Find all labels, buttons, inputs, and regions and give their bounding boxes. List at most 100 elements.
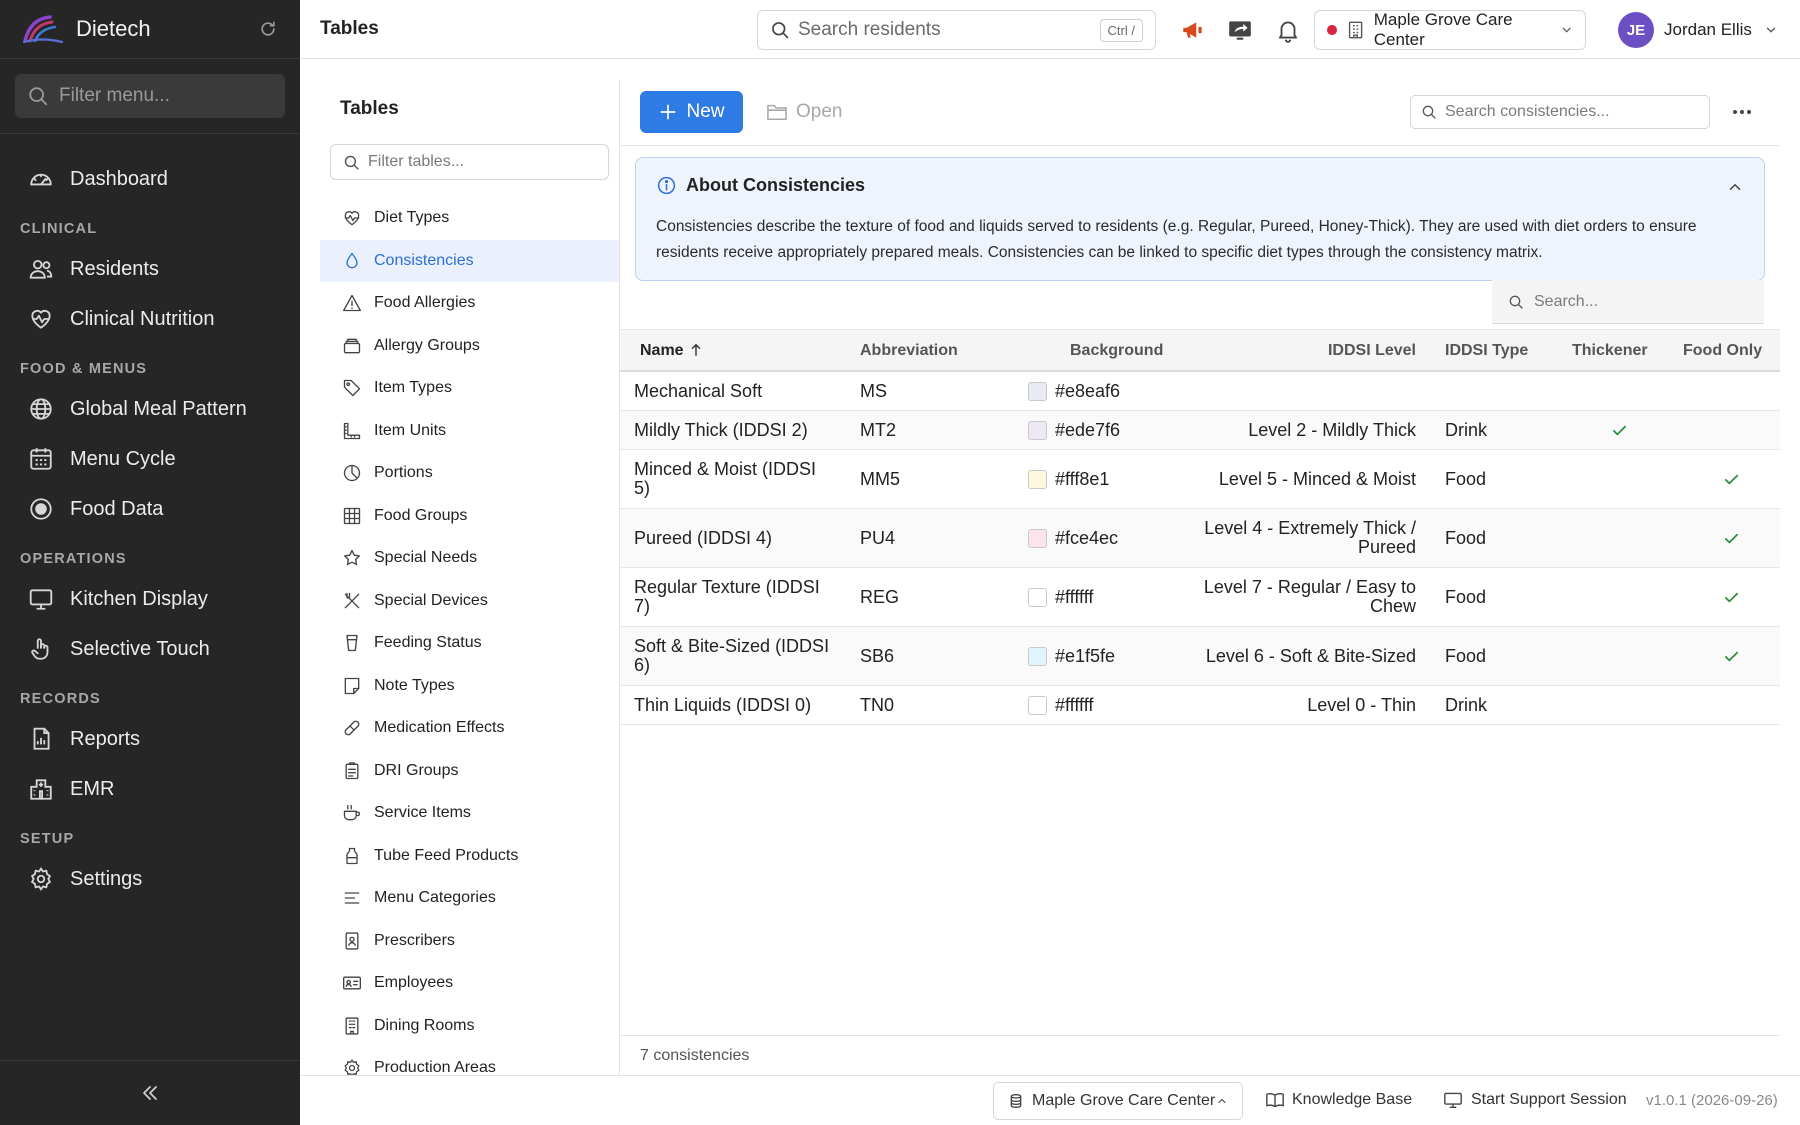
column-header-name[interactable]: Name: [640, 342, 702, 360]
chevron-up-icon: [1218, 1098, 1226, 1104]
nav-section-setup: SETUP: [20, 831, 75, 847]
table-item-special-needs[interactable]: Special Needs: [320, 537, 619, 580]
facility-selector[interactable]: Maple Grove Care Center: [1314, 10, 1586, 50]
resident-search-placeholder: Search residents: [798, 19, 941, 40]
nav-item-clinical-nutrition[interactable]: Clinical Nutrition: [0, 294, 300, 344]
cell-background: #ffffff: [1028, 686, 1093, 724]
knowledge-base-label: Knowledge Base: [1292, 1091, 1413, 1108]
column-header-food-only[interactable]: Food Only: [1683, 342, 1762, 360]
user-menu[interactable]: JE Jordan Ellis: [1618, 12, 1778, 48]
nav-item-menu-cycle[interactable]: Menu Cycle: [0, 434, 300, 484]
table-row[interactable]: Mildly Thick (IDDSI 2) MT2 #ede7f6 Level 2 …: [620, 411, 1780, 450]
clipboard-icon: [345, 762, 359, 779]
share-screen-icon[interactable]: [1227, 17, 1253, 43]
table-item-menu-categories[interactable]: Menu Categories: [320, 877, 619, 920]
table-item-portions[interactable]: Portions: [320, 452, 619, 495]
cell-thickener: [1611, 411, 1628, 449]
nav-section-food-menus: FOOD & MENUS: [20, 361, 148, 377]
id-card-icon: [343, 976, 361, 990]
cog-icon: [344, 1059, 360, 1075]
start-support-session-link[interactable]: Start Support Session: [1443, 1091, 1627, 1109]
table-row[interactable]: Thin Liquids (IDDSI 0) TN0 #ffffff Level 0 …: [620, 686, 1780, 725]
heart-pulse-icon: [31, 310, 51, 329]
nav-item-reports[interactable]: Reports: [0, 714, 300, 764]
table-item-item-types[interactable]: Item Types: [320, 367, 619, 410]
column-header-abbreviation[interactable]: Abbreviation: [860, 342, 958, 360]
table-row[interactable]: Minced & Moist (IDDSI 5) MM5 #fff8e1 Level …: [620, 450, 1780, 509]
table-header: Name Abbreviation Background IDDSI Level…: [620, 329, 1780, 372]
table-row[interactable]: Soft & Bite-Sized (IDDSI 6) SB6 #e1f5fe Lev…: [620, 627, 1780, 686]
cell-name: Thin Liquids (IDDSI 0): [634, 694, 812, 715]
sort-ascending-icon: [691, 343, 700, 356]
cell-name: Soft & Bite-Sized (IDDSI 6): [634, 636, 830, 675]
cell-iddsi-type: Drink: [1445, 694, 1488, 715]
table-item-note-types[interactable]: Note Types: [320, 665, 619, 708]
table-item-label: Item Units: [374, 421, 447, 439]
search-consistencies-input[interactable]: Search consistencies...: [1410, 95, 1710, 129]
nav-item-kitchen-display[interactable]: Kitchen Display: [0, 574, 300, 624]
knowledge-base-link[interactable]: Knowledge Base: [1265, 1091, 1412, 1109]
nav-item-settings[interactable]: Settings: [0, 854, 300, 904]
column-header-iddsi-type[interactable]: IDDSI Type: [1445, 342, 1528, 360]
new-button[interactable]: New: [640, 91, 743, 133]
nav-item-emr[interactable]: EMR: [0, 764, 300, 814]
nav-filter-input[interactable]: Filter menu...: [15, 74, 285, 118]
table-item-production-areas[interactable]: Production Areas: [320, 1047, 619, 1075]
nav-item-label: Reports: [70, 727, 141, 750]
cell-abbreviation: TN0: [860, 694, 895, 715]
color-swatch: [1028, 695, 1047, 715]
refresh-icon[interactable]: [258, 19, 278, 39]
resident-search-input[interactable]: Search residents Ctrl /: [757, 10, 1156, 50]
table-item-feeding-status[interactable]: Feeding Status: [320, 622, 619, 665]
nav-item-residents[interactable]: Residents: [0, 244, 300, 294]
table-item-consistencies[interactable]: Consistencies: [320, 239, 619, 282]
column-header-iddsi-level[interactable]: IDDSI Level: [1328, 342, 1416, 360]
cell-abbreviation: SB6: [860, 645, 895, 666]
search-icon: [1509, 295, 1523, 309]
more-options-icon[interactable]: [1730, 100, 1754, 124]
gear-icon: [30, 867, 52, 891]
table-item-allergy-groups[interactable]: Allergy Groups: [320, 325, 619, 368]
table-item-special-devices[interactable]: Special Devices: [320, 580, 619, 623]
table-item-dining-rooms[interactable]: Dining Rooms: [320, 1005, 619, 1048]
open-button[interactable]: Open: [766, 91, 842, 133]
table-item-service-items[interactable]: Service Items: [320, 792, 619, 835]
table-item-dri-groups[interactable]: DRI Groups: [320, 750, 619, 793]
layers-icon: [343, 338, 361, 354]
column-header-background[interactable]: Background: [1070, 342, 1163, 360]
cell-iddsi-level: Level 7 - Regular / Easy to Chew: [1203, 577, 1416, 616]
table-item-employees[interactable]: Employees: [320, 962, 619, 1005]
bell-icon[interactable]: [1275, 17, 1301, 43]
nav-item-global-meal-pattern[interactable]: Global Meal Pattern: [0, 384, 300, 434]
nav-item-label: Selective Touch: [70, 637, 210, 660]
megaphone-icon[interactable]: [1180, 17, 1206, 43]
table-item-food-groups[interactable]: Food Groups: [320, 495, 619, 538]
table-item-prescribers[interactable]: Prescribers: [320, 920, 619, 963]
table-item-food-allergies[interactable]: Food Allergies: [320, 282, 619, 325]
table-item-label: Allergy Groups: [374, 336, 480, 354]
column-header-thickener[interactable]: Thickener: [1572, 342, 1648, 360]
table-item-item-units[interactable]: Item Units: [320, 410, 619, 453]
nav-item-food-data[interactable]: Food Data: [0, 484, 300, 534]
table-item-label: Medication Effects: [374, 719, 505, 737]
table-row[interactable]: Pureed (IDDSI 4) PU4 #fce4ec Level 4 - Extr…: [620, 509, 1780, 568]
table-item-label: Tube Feed Products: [374, 846, 519, 864]
table-item-tube-feed-products[interactable]: Tube Feed Products: [320, 835, 619, 878]
collapse-nav-button[interactable]: [0, 1060, 300, 1125]
cell-abbreviation: REG: [860, 586, 900, 607]
nav-item-selective-touch[interactable]: Selective Touch: [0, 624, 300, 674]
filter-tables-input[interactable]: Filter tables...: [330, 144, 609, 180]
user-name: Jordan Ellis: [1664, 20, 1752, 39]
nav-item-dashboard[interactable]: Dashboard: [0, 154, 300, 204]
color-hex: #ede7f6: [1055, 419, 1121, 440]
cell-background: #e1f5fe: [1028, 627, 1115, 685]
table-row[interactable]: Regular Texture (IDDSI 7) REG #ffffff Level…: [620, 568, 1780, 627]
grid-search-input[interactable]: Search...: [1492, 280, 1764, 324]
table-item-medication-effects[interactable]: Medication Effects: [320, 707, 619, 750]
status-facility-selector[interactable]: Maple Grove Care Center: [993, 1082, 1243, 1120]
book-icon: [1266, 1093, 1284, 1108]
chevron-up-icon[interactable]: [1726, 178, 1744, 196]
cell-food-only: [1723, 627, 1740, 685]
table-item-diet-types[interactable]: Diet Types: [320, 197, 619, 240]
table-row[interactable]: Mechanical Soft MS #e8eaf6: [620, 372, 1780, 411]
